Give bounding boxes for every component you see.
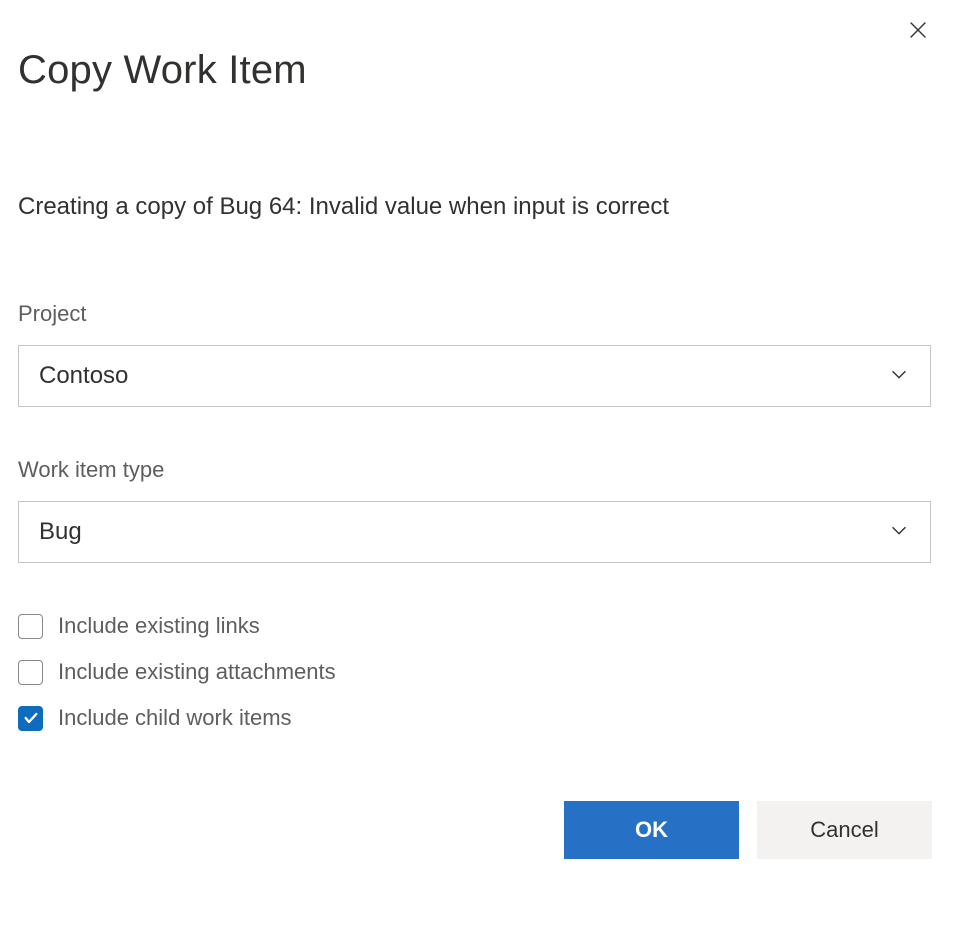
include-links-checkbox[interactable] <box>18 614 43 639</box>
close-icon <box>907 19 929 46</box>
include-children-checkbox[interactable] <box>18 706 43 731</box>
include-links-label[interactable]: Include existing links <box>58 613 260 639</box>
chevron-down-icon <box>888 519 910 546</box>
ok-button[interactable]: OK <box>564 801 739 859</box>
include-attachments-label[interactable]: Include existing attachments <box>58 659 336 685</box>
cancel-button[interactable]: Cancel <box>757 801 932 859</box>
project-label: Project <box>18 301 938 327</box>
close-button[interactable] <box>902 16 934 48</box>
include-children-label[interactable]: Include child work items <box>58 705 292 731</box>
work-item-type-label: Work item type <box>18 457 938 483</box>
dialog-description: Creating a copy of Bug 64: Invalid value… <box>18 193 938 221</box>
button-row: OK Cancel <box>18 801 938 859</box>
work-item-type-dropdown[interactable]: Bug <box>18 501 931 563</box>
project-dropdown[interactable]: Contoso <box>18 345 931 407</box>
include-children-row: Include child work items <box>18 705 938 731</box>
work-item-type-value: Bug <box>39 518 82 546</box>
chevron-down-icon <box>888 363 910 390</box>
include-attachments-checkbox[interactable] <box>18 660 43 685</box>
dialog-title: Copy Work Item <box>18 48 938 93</box>
checkbox-group: Include existing links Include existing … <box>18 613 938 731</box>
include-links-row: Include existing links <box>18 613 938 639</box>
project-field-group: Project Contoso <box>18 301 938 407</box>
project-value: Contoso <box>39 362 128 390</box>
include-attachments-row: Include existing attachments <box>18 659 938 685</box>
work-item-type-field-group: Work item type Bug <box>18 457 938 563</box>
